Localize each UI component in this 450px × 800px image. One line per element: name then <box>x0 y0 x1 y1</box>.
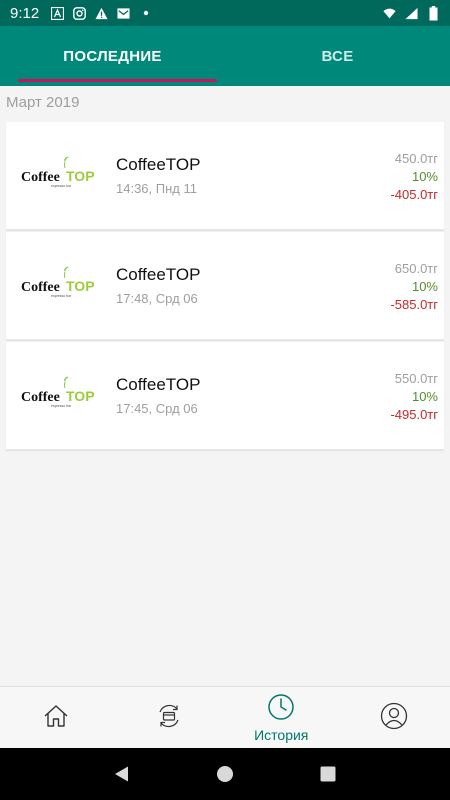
card-exchange-icon <box>155 702 183 734</box>
amount-total: 550.0тг <box>394 370 438 386</box>
nav-home[interactable] <box>0 687 113 749</box>
dot-icon <box>139 7 152 20</box>
warning-icon <box>95 7 108 20</box>
transaction-card[interactable]: Coffee TOP espresso bar CoffeeTOP 17:48,… <box>6 232 444 340</box>
amount-final: -585.0тг <box>390 296 438 312</box>
home-circle-icon <box>216 766 233 782</box>
logo-text-green: TOP <box>66 168 95 184</box>
tab-bar: ПОСЛЕДНИЕ ВСЕ <box>0 26 450 86</box>
nav-history-label: История <box>254 727 309 743</box>
text-a-icon <box>51 6 65 20</box>
profile-icon <box>380 702 408 734</box>
clock-icon <box>267 693 295 725</box>
battery-icon <box>427 5 440 20</box>
recents-square-icon <box>320 766 336 782</box>
amount-final: -495.0тг <box>390 406 438 422</box>
transaction-datetime: 17:45, Срд 06 <box>116 401 198 416</box>
logo-text-dark: Coffee <box>21 280 60 295</box>
instagram-icon <box>73 6 87 20</box>
tab-active-indicator <box>18 79 217 82</box>
home-button[interactable] <box>213 762 237 786</box>
merchant-name: CoffeeTOP <box>116 155 201 174</box>
merchant-name: CoffeeTOP <box>116 375 201 394</box>
merchant-logo: Coffee TOP espresso bar <box>20 376 110 416</box>
back-button[interactable] <box>110 762 134 786</box>
logo-text-dark: Coffee <box>21 390 60 405</box>
transaction-datetime: 17:48, Срд 06 <box>116 291 198 306</box>
status-bar: 9:12 <box>0 0 450 26</box>
nav-profile[interactable] <box>338 687 450 749</box>
tab-all[interactable]: ВСЕ <box>225 26 450 86</box>
amount-final: -405.0тг <box>390 186 438 202</box>
bottom-nav: История <box>0 686 450 748</box>
logo-text-dark: Coffee <box>21 170 60 185</box>
tab-recent[interactable]: ПОСЛЕДНИЕ <box>0 26 225 86</box>
merchant-name: CoffeeTOP <box>116 265 201 284</box>
system-nav-bar <box>0 748 450 800</box>
transaction-list: Coffee TOP espresso bar CoffeeTOP 14:36,… <box>6 122 444 452</box>
merchant-logo: Coffee TOP espresso bar <box>20 266 110 306</box>
tab-all-label: ВСЕ <box>321 47 354 65</box>
logo-text-green: TOP <box>66 388 95 404</box>
logo-tagline: espresso bar <box>51 404 72 408</box>
transaction-card[interactable]: Coffee TOP espresso bar CoffeeTOP 14:36,… <box>6 122 444 230</box>
recents-button[interactable] <box>316 762 340 786</box>
amount-discount: 10% <box>411 278 438 294</box>
signal-icon <box>405 7 418 20</box>
section-month-label: Март 2019 <box>6 94 80 111</box>
amount-total: 650.0тг <box>394 260 438 276</box>
logo-tagline: espresso bar <box>51 294 72 298</box>
nav-history[interactable]: История <box>225 687 338 749</box>
amount-discount: 10% <box>411 168 438 184</box>
transaction-card[interactable]: Coffee TOP espresso bar CoffeeTOP 17:45,… <box>6 342 444 450</box>
logo-text-green: TOP <box>66 278 95 294</box>
wifi-icon <box>383 7 396 20</box>
transaction-datetime: 14:36, Пнд 11 <box>116 181 197 196</box>
back-triangle-icon <box>114 766 128 782</box>
nav-cards[interactable] <box>113 687 226 749</box>
amount-total: 450.0тг <box>394 150 438 166</box>
merchant-logo: Coffee TOP espresso bar <box>20 156 110 196</box>
mail-icon <box>117 7 130 20</box>
tab-recent-label: ПОСЛЕДНИЕ <box>63 47 162 65</box>
amount-discount: 10% <box>411 388 438 404</box>
logo-tagline: espresso bar <box>51 184 72 188</box>
status-time: 9:12 <box>10 4 40 22</box>
home-icon <box>42 702 70 734</box>
